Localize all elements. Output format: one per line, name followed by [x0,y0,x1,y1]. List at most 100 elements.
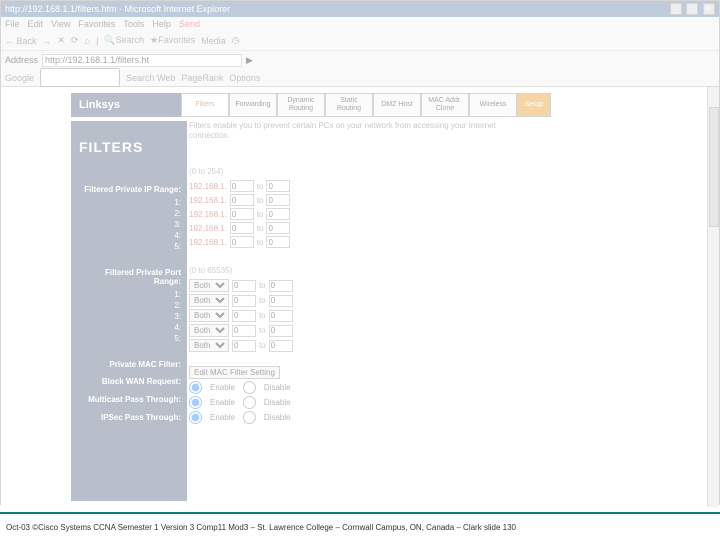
wan-disable[interactable] [243,381,256,394]
ip2-to[interactable] [266,194,290,206]
multicast-disable[interactable] [243,396,256,409]
ipsec-enable[interactable] [189,411,202,424]
ip5-from[interactable] [230,236,254,248]
page-content: Linksys Filters Forwarding Dynamic Routi… [1,87,719,507]
form-area: (0 to 254) 192.168.1.to 192.168.1.to 192… [189,167,569,426]
port1-to[interactable] [269,280,293,292]
wan-enable[interactable] [189,381,202,394]
port-section-label: Filtered Private Port Range: [71,262,187,289]
forward-button[interactable]: → [43,36,52,46]
multicast-label: Multicast Pass Through: [71,389,187,407]
vertical-scrollbar[interactable] [707,87,719,507]
back-button[interactable]: ← Back [5,36,37,46]
port-row-4: Bothto [189,324,569,337]
wan-radios: EnableDisable [189,381,569,394]
address-label: Address [5,55,38,65]
address-input[interactable] [42,54,242,67]
ip5-to[interactable] [266,236,290,248]
go-button[interactable]: ▶ [246,55,253,66]
ip1-to[interactable] [266,180,290,192]
history-button[interactable]: ◷ [232,35,240,46]
ip4-to[interactable] [266,222,290,234]
menu-file[interactable]: File [5,19,20,29]
mac-filter-label: Private MAC Filter: [71,354,187,372]
menu-bar: File Edit View Favorites Tools Help Send [1,17,719,31]
proto3[interactable]: Both [189,309,229,322]
tab-setup[interactable]: Setup [517,93,551,117]
wan-label: Block WAN Request: [71,371,187,389]
favorites-button[interactable]: ★Favorites [150,35,195,46]
browser-window: http://192.168.1.1/filters.htm - Microso… [0,0,720,505]
send-button[interactable]: Send [179,19,200,29]
router-tabs: Filters Forwarding Dynamic Routing Stati… [181,93,551,117]
menu-edit[interactable]: Edit [28,19,44,29]
port3-from[interactable] [232,310,256,322]
ipsec-radios: EnableDisable [189,411,569,424]
toolbar: ← Back → ✕ ⟳ ⌂ | 🔍Search ★Favorites Medi… [1,31,719,51]
ip-section-label: Filtered Private IP Range: [71,179,187,197]
proto2[interactable]: Both [189,294,229,307]
ip-row-3: 192.168.1.to [189,208,569,220]
ip-row-2: 192.168.1.to [189,194,569,206]
media-button[interactable]: Media [201,36,226,46]
port2-from[interactable] [232,295,256,307]
ipsec-disable[interactable] [243,411,256,424]
sidebar-title: FILTERS [71,121,187,159]
port4-to[interactable] [269,325,293,337]
port5-from[interactable] [232,340,256,352]
port-row-5: Bothto [189,339,569,352]
port-row-2: Bothto [189,294,569,307]
ip-range-note: (0 to 254) [189,167,569,176]
ip3-from[interactable] [230,208,254,220]
search-button[interactable]: 🔍Search [104,35,144,46]
multicast-enable[interactable] [189,396,202,409]
mac-filter-button[interactable]: Edit MAC Filter Setting [189,366,280,379]
tab-forwarding[interactable]: Forwarding [229,93,277,117]
tab-filters[interactable]: Filters [181,93,229,117]
ip3-to[interactable] [266,208,290,220]
tab-dynamic-routing[interactable]: Dynamic Routing [277,93,325,117]
tab-mac-clone[interactable]: MAC Addr. Clone [421,93,469,117]
pagerank-indicator: PageRank [181,73,223,83]
port-range-note: (0 to 65535) [189,266,569,275]
footer-text: Oct-03 ©Cisco Systems CCNA Semester 1 Ve… [6,523,516,532]
proto4[interactable]: Both [189,324,229,337]
options-button[interactable]: Options [229,73,260,83]
menu-favorites[interactable]: Favorites [78,19,115,29]
google-label: Google [5,73,34,83]
intro-text: Filters enable you to prevent certain PC… [189,121,509,142]
window-title: http://192.168.1.1/filters.htm - Microso… [5,4,230,14]
scroll-thumb[interactable] [709,107,719,227]
address-bar: Address ▶ [1,51,719,69]
port2-to[interactable] [269,295,293,307]
ip1-from[interactable] [230,180,254,192]
slide-footer: Oct-03 ©Cisco Systems CCNA Semester 1 Ve… [0,512,720,540]
port-row-3: Bothto [189,309,569,322]
brand-header: Linksys [71,93,181,117]
menu-help[interactable]: Help [152,19,171,29]
close-button[interactable]: × [703,3,715,15]
menu-tools[interactable]: Tools [123,19,144,29]
port4-from[interactable] [232,325,256,337]
minimize-button[interactable]: _ [670,3,682,15]
google-search-input[interactable] [40,68,120,87]
port3-to[interactable] [269,310,293,322]
tab-dmz-host[interactable]: DMZ Host [373,93,421,117]
sidebar: FILTERS Filtered Private IP Range: 1: 2:… [71,121,187,501]
home-button[interactable]: ⌂ [85,36,90,46]
proto1[interactable]: Both [189,279,229,292]
tab-wireless[interactable]: Wireless [469,93,517,117]
ip-row-4: 192.168.1.to [189,222,569,234]
menu-view[interactable]: View [51,19,70,29]
tab-static-routing[interactable]: Static Routing [325,93,373,117]
port5-to[interactable] [269,340,293,352]
port1-from[interactable] [232,280,256,292]
ip2-from[interactable] [230,194,254,206]
stop-button[interactable]: ✕ [58,35,66,46]
ip-row-1: 192.168.1.to [189,180,569,192]
proto5[interactable]: Both [189,339,229,352]
maximize-button[interactable]: □ [686,3,698,15]
ip4-from[interactable] [230,222,254,234]
refresh-button[interactable]: ⟳ [71,35,79,46]
search-web-button[interactable]: Search Web [126,73,175,83]
